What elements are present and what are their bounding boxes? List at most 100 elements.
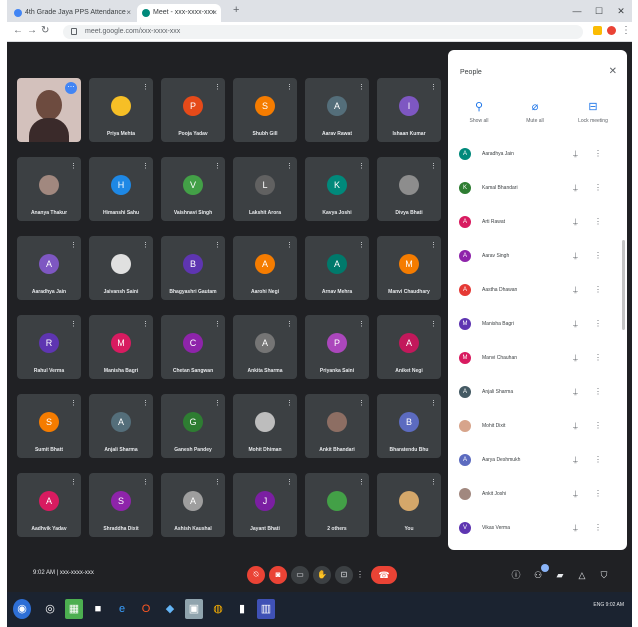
participant-tile[interactable]: A ⋮ Ashish Kaushal: [161, 473, 225, 537]
reload-icon[interactable]: ↻: [41, 25, 49, 36]
more-menu-icon[interactable]: ⋮: [621, 25, 631, 36]
spreadsheet-icon[interactable]: ▦: [65, 599, 83, 619]
participant-list-item[interactable]: V Vikas Verma ⍊ ⋮: [448, 516, 627, 550]
app-icon[interactable]: ▥: [257, 599, 275, 619]
participant-tile[interactable]: ⋮ Jaivansh Saini: [89, 236, 153, 300]
star-icon[interactable]: [593, 26, 602, 35]
participant-tile[interactable]: C ⋮ Chetan Sangwan: [161, 315, 225, 379]
more-icon[interactable]: ⋮: [594, 523, 602, 532]
close-window-icon[interactable]: ✕: [610, 0, 632, 22]
mic-icon[interactable]: ⍊: [573, 353, 578, 363]
participant-list-item[interactable]: A Aarya Deshmukh ⍊ ⋮: [448, 448, 627, 482]
more-icon[interactable]: ⋮: [594, 421, 602, 430]
more-icon[interactable]: ⋮: [594, 489, 602, 498]
address-bar[interactable]: meet.google.com/xxx-xxxx-xxx: [63, 25, 583, 39]
captions-icon[interactable]: ▭: [291, 566, 309, 584]
browser-tab-attendance[interactable]: 4th Grade Jaya PPS Attendance ×: [9, 4, 135, 22]
participant-tile[interactable]: B ⋮ Bharatendu Bhu: [377, 394, 441, 458]
chrome-icon[interactable]: ◎: [41, 599, 59, 619]
chat-icon[interactable]: ▰: [553, 568, 567, 582]
more-icon[interactable]: ⋮: [594, 183, 602, 192]
profile-avatar-icon[interactable]: [607, 26, 616, 35]
people-icon[interactable]: ⚇: [531, 564, 549, 582]
more-icon[interactable]: ⋮: [594, 319, 602, 328]
more-icon[interactable]: ⋮: [594, 353, 602, 362]
participant-tile[interactable]: A ⋮ Aadhvik Yadav: [17, 473, 81, 537]
close-tab-icon[interactable]: ×: [126, 8, 131, 17]
participant-tile[interactable]: R ⋮ Rahul Verma: [17, 315, 81, 379]
minimize-icon[interactable]: —: [566, 0, 588, 22]
teams-icon[interactable]: ◆: [161, 599, 179, 619]
participant-tile[interactable]: A ⋮ Arnav Mehra: [305, 236, 369, 300]
participant-tile[interactable]: M ⋮ Manvi Chaudhary: [377, 236, 441, 300]
participant-tile[interactable]: ⋮ Divya Bhati: [377, 157, 441, 221]
end-call-button[interactable]: ☎: [371, 566, 397, 584]
mic-icon[interactable]: ⍊: [573, 455, 578, 465]
panel-action-lock[interactable]: ⊟ Lock meeting: [568, 100, 618, 124]
mic-icon[interactable]: ⍊: [573, 217, 578, 227]
participant-tile[interactable]: A ⋮ Aaradhya Jain: [17, 236, 81, 300]
participant-tile[interactable]: P ⋮ Priyanka Saini: [305, 315, 369, 379]
more-icon[interactable]: ⋮: [594, 149, 602, 158]
participant-list-item[interactable]: A Anjali Sharma ⍊ ⋮: [448, 380, 627, 414]
meeting-details[interactable]: 9:02 AM | xxx-xxxx-xxx: [33, 570, 94, 576]
participant-tile[interactable]: M ⋮ Manisha Bagri: [89, 315, 153, 379]
participant-tile[interactable]: A ⋮ Aarav Rawat: [305, 78, 369, 142]
maximize-icon[interactable]: ☐: [588, 0, 610, 22]
more-icon[interactable]: ⋮: [594, 455, 602, 464]
new-tab-icon[interactable]: +: [233, 4, 239, 16]
raise-hand-icon[interactable]: ✋: [313, 566, 331, 584]
participant-tile[interactable]: B ⋮ Bhagyashri Gautam: [161, 236, 225, 300]
more-icon[interactable]: ⋮: [594, 285, 602, 294]
participant-tile[interactable]: A ⋮ Anjali Sharma: [89, 394, 153, 458]
back-icon[interactable]: ←: [13, 25, 23, 36]
mic-icon[interactable]: ⍊: [573, 489, 578, 499]
participant-list-item[interactable]: Mohit Dixit ⍊ ⋮: [448, 414, 627, 448]
participant-list-item[interactable]: M Manvi Chauhan ⍊ ⋮: [448, 346, 627, 380]
window-icon[interactable]: ■: [89, 599, 107, 619]
more-icon[interactable]: ⋮: [594, 387, 602, 396]
participant-tile[interactable]: S ⋮ Shraddha Dixit: [89, 473, 153, 537]
close-tab-icon[interactable]: ×: [212, 8, 217, 17]
forward-icon[interactable]: →: [27, 25, 37, 36]
participant-list-item[interactable]: A Aastha Dhawan ⍊ ⋮: [448, 278, 627, 312]
participant-tile[interactable]: ⋮ Priya Mehta: [89, 78, 153, 142]
participant-tile[interactable]: I ⋮ Ishaan Kumar: [377, 78, 441, 142]
activities-icon[interactable]: △: [575, 568, 589, 582]
camera-off-icon[interactable]: ◙: [269, 566, 287, 584]
participant-tile[interactable]: V ⋮ Vaishnavi Singh: [161, 157, 225, 221]
panel-action-mute-all[interactable]: ⌀ Mute all: [510, 100, 560, 124]
participant-tile[interactable]: G ⋮ Ganesh Pandey: [161, 394, 225, 458]
participant-tile[interactable]: P ⋮ Pooja Yadav: [161, 78, 225, 142]
start-icon[interactable]: ◉: [13, 599, 31, 619]
participant-tile[interactable]: A ⋮ Aarohi Negi: [233, 236, 297, 300]
participant-list-item[interactable]: Ankit Joshi ⍊ ⋮: [448, 482, 627, 516]
participant-tile[interactable]: K ⋮ Kavya Joshi: [305, 157, 369, 221]
opera-icon[interactable]: O: [137, 599, 155, 619]
pin-icon[interactable]: ⋯: [65, 82, 77, 94]
participant-tile[interactable]: ⋮ Ankit Bhandari: [305, 394, 369, 458]
participant-tile[interactable]: A ⋮ Ankita Sharma: [233, 315, 297, 379]
participant-list-item[interactable]: A Arti Rawat ⍊ ⋮: [448, 210, 627, 244]
participant-list-item[interactable]: A Aarav Singh ⍊ ⋮: [448, 244, 627, 278]
mic-icon[interactable]: ⍊: [573, 149, 578, 159]
panel-scrollbar[interactable]: [622, 240, 625, 330]
host-controls-icon[interactable]: ⛉: [597, 568, 611, 582]
participant-tile[interactable]: ⋯: [17, 78, 81, 142]
info-icon[interactable]: ⓘ: [509, 568, 523, 582]
mic-icon[interactable]: ⍊: [573, 421, 578, 431]
browser-tab-meet[interactable]: Meet - xxx-xxxx-xxx ×: [137, 4, 221, 22]
participant-tile[interactable]: ⋮ Mohit Dhiman: [233, 394, 297, 458]
more-icon[interactable]: ⋮: [594, 217, 602, 226]
mic-icon[interactable]: ⍊: [573, 319, 578, 329]
mic-off-icon[interactable]: ⍉: [247, 566, 265, 584]
close-panel-icon[interactable]: ✕: [609, 66, 617, 77]
mic-icon[interactable]: ⍊: [573, 523, 578, 533]
participant-tile[interactable]: S ⋮ Shubh Gill: [233, 78, 297, 142]
participant-tile[interactable]: ⋮ 2 others: [305, 473, 369, 537]
participant-tile[interactable]: S ⋮ Sumit Bhatt: [17, 394, 81, 458]
participant-tile[interactable]: J ⋮ Jayant Bhati: [233, 473, 297, 537]
mic-icon[interactable]: ⍊: [573, 387, 578, 397]
file-icon[interactable]: ▮: [233, 599, 251, 619]
participant-tile[interactable]: A ⋮ Aniket Negi: [377, 315, 441, 379]
